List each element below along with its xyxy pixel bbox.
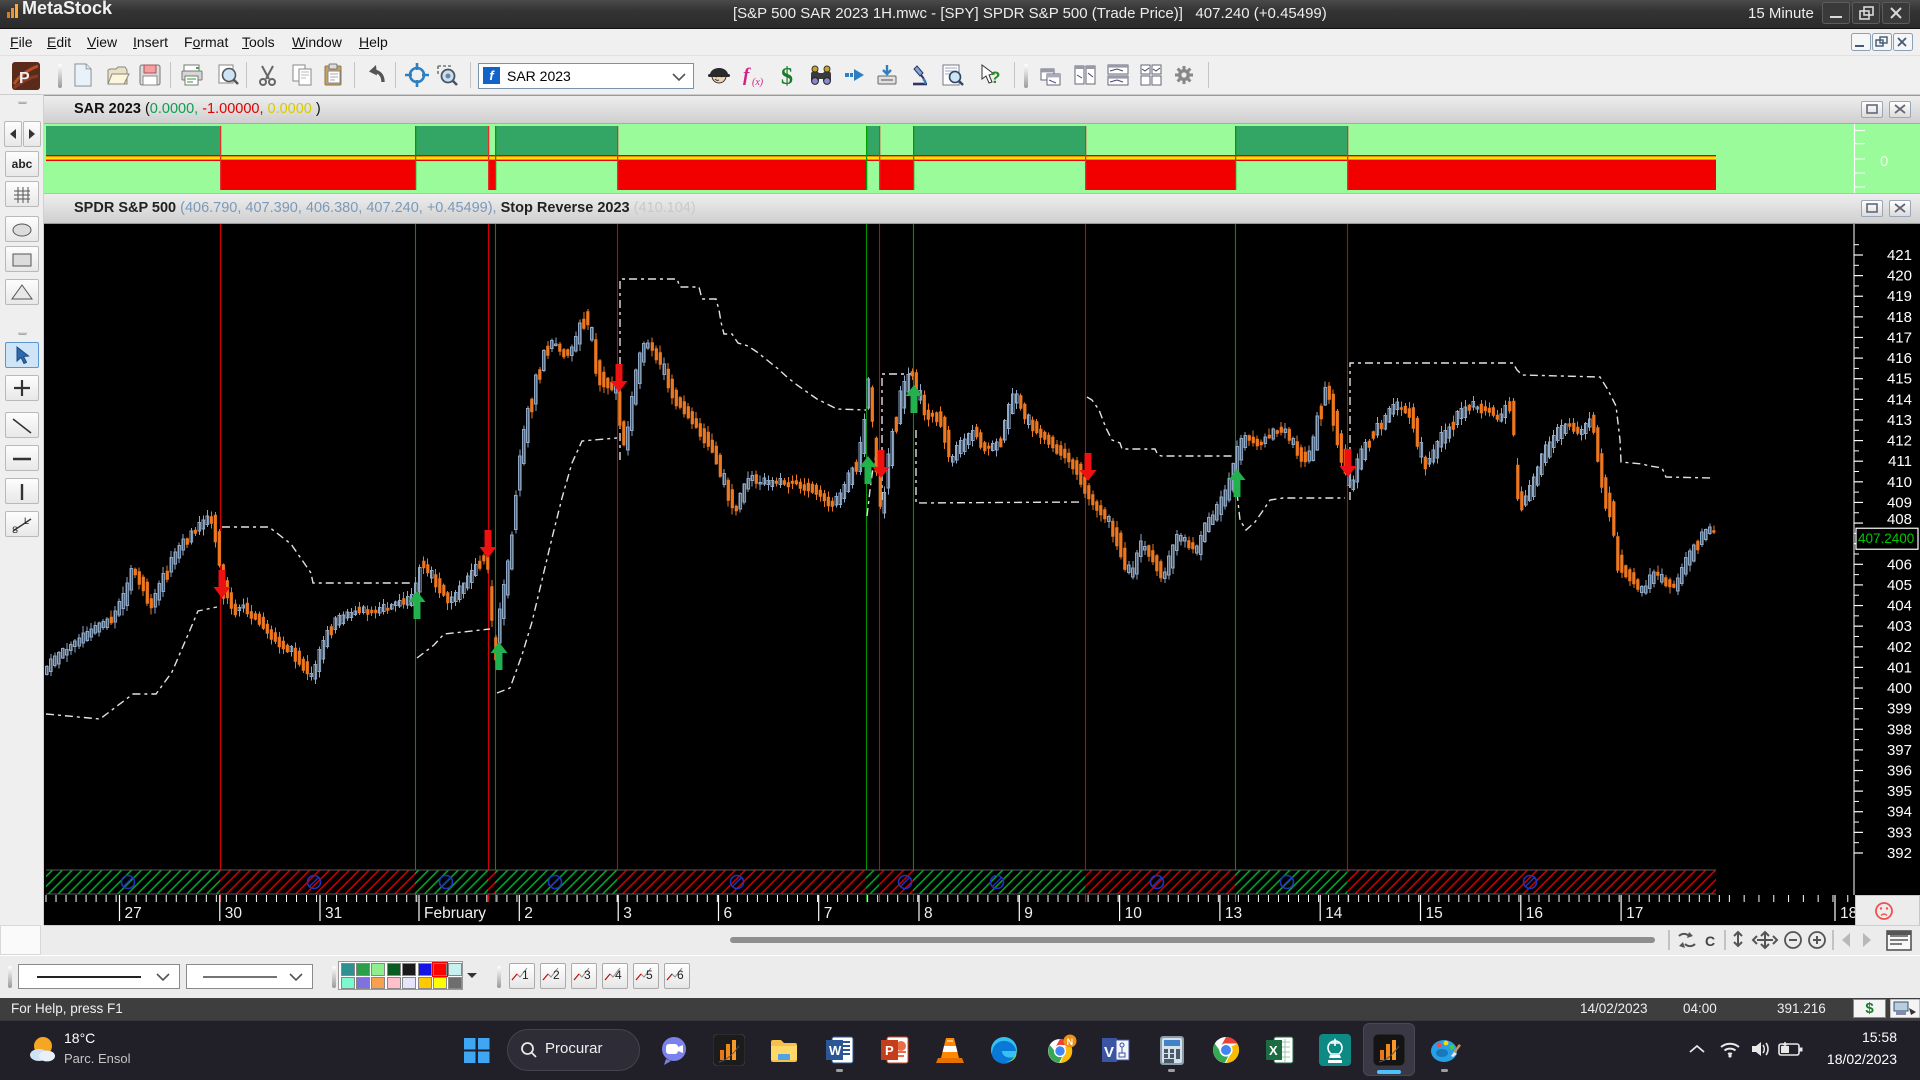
svg-text:L: L bbox=[24, 516, 29, 526]
svg-text:8: 8 bbox=[924, 905, 933, 922]
svg-text:412: 412 bbox=[1887, 433, 1912, 450]
svg-text:18: 18 bbox=[1840, 905, 1857, 922]
svg-text:421: 421 bbox=[1887, 247, 1912, 264]
svg-text:N: N bbox=[1067, 1037, 1074, 1047]
svg-text:398: 398 bbox=[1887, 721, 1912, 738]
svg-text:400: 400 bbox=[1887, 680, 1912, 697]
svg-text:$: $ bbox=[781, 64, 793, 89]
svg-text:0: 0 bbox=[1880, 153, 1888, 170]
svg-text:31: 31 bbox=[325, 905, 342, 922]
svg-text:401: 401 bbox=[1887, 659, 1912, 676]
svg-text:V: V bbox=[1104, 1044, 1114, 1061]
svg-text:3: 3 bbox=[623, 905, 632, 922]
svg-text:2: 2 bbox=[524, 905, 533, 922]
svg-text:?: ? bbox=[990, 68, 1000, 87]
svg-text:408: 408 bbox=[1887, 511, 1912, 528]
svg-text:417: 417 bbox=[1887, 329, 1912, 346]
svg-text:397: 397 bbox=[1887, 742, 1912, 759]
svg-text:394: 394 bbox=[1887, 804, 1912, 821]
svg-text:416: 416 bbox=[1887, 350, 1912, 367]
svg-text:9: 9 bbox=[1024, 905, 1033, 922]
svg-text:406: 406 bbox=[1887, 556, 1912, 573]
svg-text:392: 392 bbox=[1887, 845, 1912, 862]
svg-text:(x): (x) bbox=[752, 77, 764, 88]
svg-text:419: 419 bbox=[1887, 288, 1912, 305]
svg-text:411: 411 bbox=[1888, 453, 1912, 470]
svg-text:404: 404 bbox=[1887, 598, 1912, 615]
svg-text:W: W bbox=[829, 1043, 842, 1058]
svg-text:413: 413 bbox=[1887, 412, 1912, 429]
svg-text:405: 405 bbox=[1887, 577, 1912, 594]
svg-text:418: 418 bbox=[1887, 309, 1912, 326]
svg-text:C: C bbox=[1705, 933, 1715, 949]
svg-text:393: 393 bbox=[1887, 824, 1912, 841]
svg-text:February: February bbox=[424, 905, 486, 922]
svg-text:30: 30 bbox=[225, 905, 243, 922]
svg-text:16: 16 bbox=[1526, 905, 1543, 922]
svg-text:396: 396 bbox=[1887, 763, 1912, 780]
svg-text:6: 6 bbox=[724, 905, 733, 922]
svg-text:399: 399 bbox=[1887, 701, 1912, 718]
svg-text:X: X bbox=[1269, 1043, 1278, 1058]
svg-text:7: 7 bbox=[824, 905, 833, 922]
svg-text:420: 420 bbox=[1887, 268, 1912, 285]
svg-text:17: 17 bbox=[1626, 905, 1643, 922]
svg-text:P: P bbox=[885, 1043, 894, 1058]
svg-text:14: 14 bbox=[1325, 905, 1343, 922]
svg-text:15: 15 bbox=[1426, 905, 1443, 922]
svg-text:27: 27 bbox=[125, 905, 142, 922]
svg-text:403: 403 bbox=[1887, 618, 1912, 635]
svg-text:414: 414 bbox=[1887, 391, 1912, 408]
svg-text:395: 395 bbox=[1887, 783, 1912, 800]
svg-text:P: P bbox=[19, 70, 30, 87]
svg-text:13: 13 bbox=[1225, 905, 1242, 922]
svg-text:402: 402 bbox=[1887, 639, 1912, 656]
svg-text:409: 409 bbox=[1887, 494, 1912, 511]
svg-text:10: 10 bbox=[1125, 905, 1143, 922]
svg-text:f: f bbox=[743, 65, 751, 86]
svg-text:410: 410 bbox=[1887, 474, 1912, 491]
svg-text:S: S bbox=[12, 525, 18, 535]
svg-text:415: 415 bbox=[1887, 371, 1912, 388]
svg-text:407.2400: 407.2400 bbox=[1858, 531, 1914, 546]
